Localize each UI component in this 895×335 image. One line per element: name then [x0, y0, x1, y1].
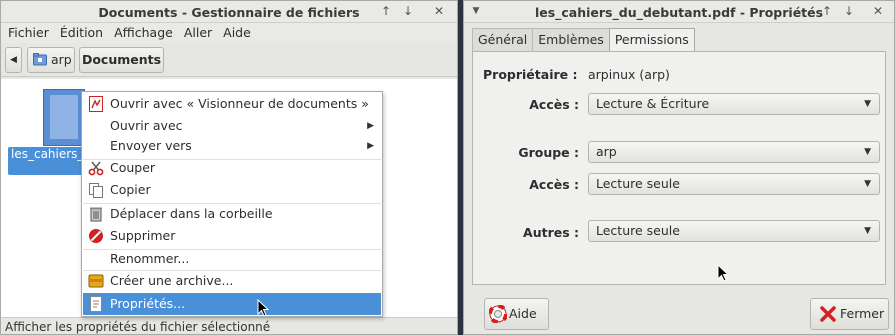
trash-icon: [90, 207, 102, 222]
menu-item-copy[interactable]: Copier: [83, 179, 381, 201]
menu-item-rename[interactable]: Renommer...: [83, 248, 381, 270]
properties-icon: [90, 296, 102, 312]
pdf-page-preview: [50, 95, 78, 139]
file-manager-titlebar[interactable]: Documents - Gestionnaire de fichiers ↑ ↓…: [1, 1, 457, 23]
menu-item-label: Copier: [110, 182, 151, 197]
back-arrow-icon: ◀: [10, 55, 17, 65]
pdf-viewer-icon: [89, 96, 103, 112]
status-bar: Afficher les propriétés du fichier sélec…: [1, 317, 457, 334]
chevron-down-icon: ▼: [864, 147, 871, 157]
close-window-button[interactable]: ✕: [431, 3, 447, 19]
archive-icon: [88, 274, 104, 288]
menu-item-label: Supprimer: [110, 228, 176, 243]
menu-item-cut[interactable]: Couper: [83, 157, 381, 179]
delete-icon: [89, 229, 103, 243]
chevron-down-icon: ▼: [864, 99, 871, 109]
move-up-button[interactable]: ↑: [378, 3, 394, 19]
path-current-label: Documents: [81, 52, 162, 67]
chevron-down-icon: ▼: [864, 226, 871, 236]
menu-item-label: Envoyer vers: [110, 138, 192, 153]
submenu-arrow-icon: ▶: [367, 141, 374, 151]
path-root-label: arp: [51, 52, 72, 67]
back-arrow-button[interactable]: ◀: [5, 47, 22, 73]
menu-item-open-with[interactable]: Ouvrir avec ▶: [83, 115, 381, 137]
tab-bar: Général Emblèmes Permissions: [472, 28, 695, 52]
tab-emblemes[interactable]: Emblèmes: [532, 28, 610, 51]
move-down-button[interactable]: ↓: [841, 3, 857, 19]
menu-item-label: Couper: [110, 160, 156, 175]
others-access-value: Lecture seule: [596, 223, 680, 238]
window-menu-icon[interactable]: ▼: [468, 3, 484, 19]
menu-item-move-to-trash[interactable]: Déplacer dans la corbeille: [83, 203, 381, 225]
menu-fichier[interactable]: Fichier: [5, 23, 57, 43]
owner-access-label: Accès :: [529, 97, 579, 112]
menu-item-label: Renommer...: [110, 251, 190, 266]
menu-edition[interactable]: Édition: [57, 23, 111, 43]
close-icon: [820, 306, 836, 322]
others-access-dropdown[interactable]: Lecture seule ▼: [588, 220, 880, 242]
pdf-file-icon[interactable]: [43, 89, 85, 146]
properties-titlebar[interactable]: les_cahiers_du_debutant.pdf - Propriétés…: [464, 1, 894, 23]
submenu-arrow-icon: ▶: [367, 121, 374, 131]
menu-item-label: Créer une archive...: [110, 273, 234, 288]
help-button-label: Aide: [509, 306, 537, 321]
scissors-icon: [88, 161, 104, 176]
group-access-value: Lecture seule: [596, 176, 680, 191]
status-text: Afficher les propriétés du fichier sélec…: [5, 320, 271, 334]
chevron-down-icon: ▼: [864, 179, 871, 189]
move-down-button[interactable]: ↓: [400, 3, 416, 19]
menu-item-send-to[interactable]: Envoyer vers ▶: [83, 135, 381, 157]
permissions-panel: Propriétaire : arpinux (arp) Accès : Lec…: [472, 51, 886, 285]
mouse-cursor-icon: [257, 299, 269, 317]
tab-general[interactable]: Général: [472, 28, 534, 51]
copy-icon: [89, 183, 103, 198]
owner-access-dropdown[interactable]: Lecture & Écriture ▼: [588, 93, 880, 115]
menu-item-delete[interactable]: Supprimer: [83, 225, 381, 247]
home-folder-icon: [33, 53, 47, 66]
group-value: arp: [596, 144, 617, 159]
menu-item-label: Déplacer dans la corbeille: [110, 206, 273, 221]
owner-access-value: Lecture & Écriture: [596, 96, 710, 111]
move-up-button[interactable]: ↑: [819, 3, 835, 19]
lifebuoy-icon: [489, 305, 507, 323]
help-button[interactable]: Aide: [484, 298, 549, 330]
menu-item-properties[interactable]: Propriétés...: [83, 293, 381, 315]
menu-item-open-with-viewer[interactable]: Ouvrir avec « Visionneur de documents »: [83, 93, 381, 115]
group-access-dropdown[interactable]: Lecture seule ▼: [588, 173, 880, 195]
owner-value: arpinux (arp): [588, 67, 670, 82]
menu-item-label: Propriétés...: [110, 296, 186, 311]
menu-aller[interactable]: Aller: [181, 23, 220, 43]
menu-item-label: Ouvrir avec: [110, 118, 183, 133]
menu-aide[interactable]: Aide: [220, 23, 259, 43]
properties-window: les_cahiers_du_debutant.pdf - Propriétés…: [463, 0, 895, 335]
group-label: Groupe :: [518, 145, 579, 160]
menu-item-label: Ouvrir avec « Visionneur de documents »: [110, 96, 369, 111]
context-menu: Ouvrir avec « Visionneur de documents » …: [81, 91, 383, 317]
close-window-button[interactable]: ✕: [870, 3, 886, 19]
mouse-cursor-icon: [717, 264, 729, 282]
path-button-arp[interactable]: arp: [27, 47, 75, 73]
location-bar: ◀ arp Documents: [1, 43, 457, 77]
menu-affichage[interactable]: Affichage: [111, 23, 181, 43]
others-label: Autres :: [523, 225, 579, 240]
close-button[interactable]: Fermer: [810, 298, 889, 330]
menubar: Fichier Édition Affichage Aller Aide: [1, 23, 457, 43]
close-button-label: Fermer: [840, 306, 885, 321]
menu-item-create-archive[interactable]: Créer une archive...: [83, 270, 381, 292]
group-dropdown[interactable]: arp ▼: [588, 141, 880, 163]
group-access-label: Accès :: [529, 177, 579, 192]
path-button-documents[interactable]: Documents: [79, 47, 164, 73]
tab-permissions[interactable]: Permissions: [608, 28, 695, 52]
owner-label: Propriétaire :: [483, 67, 578, 82]
